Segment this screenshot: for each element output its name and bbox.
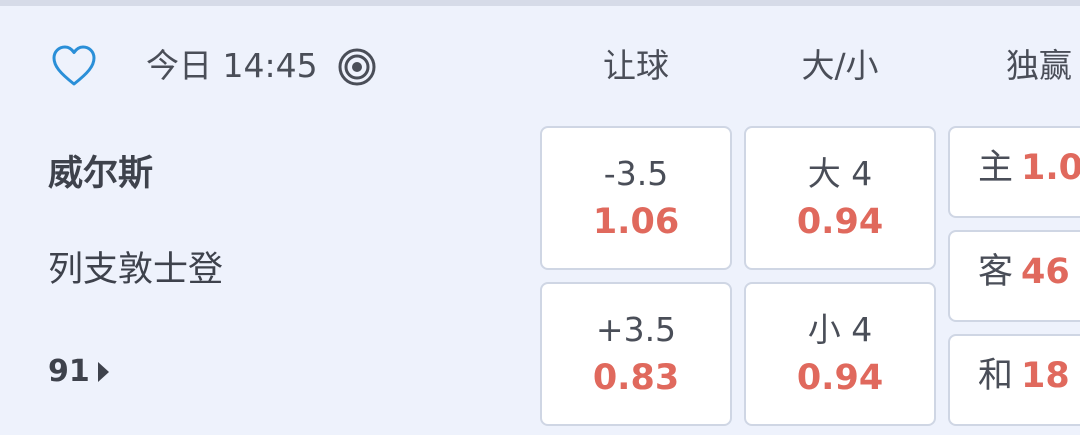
handicap-away-button[interactable]: +3.5 0.83 bbox=[540, 282, 732, 426]
favorite-heart-icon[interactable] bbox=[50, 42, 98, 90]
handicap-away-line: +3.5 bbox=[595, 310, 677, 349]
more-markets-count: 91 bbox=[48, 354, 90, 389]
handicap-home-line: -3.5 bbox=[603, 154, 669, 193]
match-time: 今日 14:45 bbox=[146, 46, 318, 85]
moneyline-away-label: 客 bbox=[978, 252, 1014, 292]
moneyline-home-odds: 1.0 bbox=[1021, 148, 1080, 188]
top-divider bbox=[0, 0, 1080, 6]
moneyline-away-button[interactable]: 客 46 bbox=[948, 230, 1080, 322]
handicap-home-odds: 1.06 bbox=[592, 202, 680, 242]
over-odds: 0.94 bbox=[796, 202, 884, 242]
handicap-away-odds: 0.83 bbox=[592, 358, 680, 398]
column-header-over-under: 大/小 bbox=[801, 46, 879, 85]
under-button[interactable]: 小 4 0.94 bbox=[744, 282, 936, 426]
more-markets-link[interactable]: 91 bbox=[48, 352, 109, 392]
moneyline-draw-button[interactable]: 和 18 bbox=[948, 334, 1080, 426]
moneyline-away-odds: 46 bbox=[1021, 252, 1070, 292]
moneyline-home-button[interactable]: 主 1.0 bbox=[948, 126, 1080, 218]
over-button[interactable]: 大 4 0.94 bbox=[744, 126, 936, 270]
home-team-name: 威尔斯 bbox=[48, 154, 154, 194]
away-team-name: 列支敦士登 bbox=[48, 250, 224, 290]
triangle-right-icon bbox=[97, 362, 109, 382]
moneyline-draw-odds: 18 bbox=[1021, 356, 1070, 396]
handicap-home-button[interactable]: -3.5 1.06 bbox=[540, 126, 732, 270]
under-line: 小 4 bbox=[807, 310, 873, 349]
column-header-handicap: 让球 bbox=[603, 46, 669, 85]
over-line: 大 4 bbox=[807, 154, 873, 193]
column-header-moneyline: 独赢 bbox=[1006, 46, 1072, 85]
moneyline-draw-label: 和 bbox=[978, 356, 1014, 396]
moneyline-home-label: 主 bbox=[978, 148, 1014, 188]
live-target-icon[interactable] bbox=[338, 48, 376, 86]
under-odds: 0.94 bbox=[796, 358, 884, 398]
